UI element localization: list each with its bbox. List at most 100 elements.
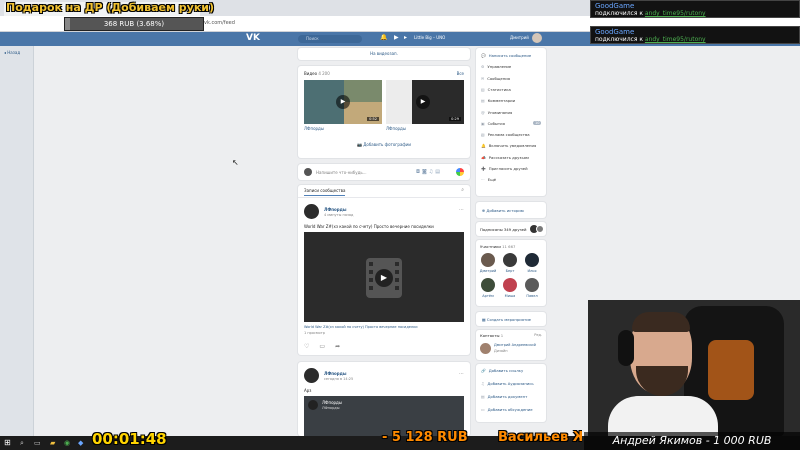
member-name[interactable]: Артём <box>478 294 498 298</box>
member-avatar[interactable] <box>525 253 539 267</box>
friend-avatar <box>536 225 544 233</box>
action-icon: ♫ <box>481 381 485 386</box>
next-track-icon[interactable]: ▸ <box>404 34 407 41</box>
menu-item-icon: ▣ <box>481 120 485 126</box>
video-caption-1[interactable]: ЛФпорды <box>304 126 324 131</box>
sidebar-menu-item[interactable]: ⚙ Управление <box>481 64 511 69</box>
search-icon[interactable]: ⌕ <box>20 439 24 448</box>
menu-item-label: Включить уведомления <box>488 143 537 149</box>
sidebar-menu-item[interactable]: ▧ Реклама сообщества <box>481 132 530 137</box>
add-photo-button[interactable]: 📷 Добавить фотографии <box>298 142 470 147</box>
video-caption-2[interactable]: ЛФпорды <box>386 126 406 131</box>
header-user-name[interactable]: Дмитрий <box>510 35 529 40</box>
add-story-card[interactable]: ⊕ Добавить историю <box>476 202 546 218</box>
events-badge: 10 <box>533 120 542 125</box>
post-author-avatar[interactable] <box>304 368 319 383</box>
post-video[interactable]: ▶ <box>304 232 464 322</box>
more-icon[interactable]: ⋯ <box>459 207 464 213</box>
back-link[interactable]: ◂ Назад <box>4 50 20 55</box>
member-avatar[interactable] <box>525 278 539 292</box>
header-avatar[interactable] <box>532 33 542 43</box>
comment-icon[interactable]: ▭ <box>319 343 335 350</box>
post-video-title[interactable]: World War Z#(хз какой по счету) Просто в… <box>304 325 464 329</box>
member-name[interactable]: Миша <box>500 294 520 298</box>
sidebar-menu-item[interactable]: ▤ Комментарии <box>481 98 515 103</box>
post-time[interactable]: сегодня в 14:25 <box>324 377 353 381</box>
create-event-label: Создать мероприятие <box>486 317 531 322</box>
vk-search-input[interactable]: Поиск <box>298 35 362 43</box>
sidebar-menu-item[interactable]: 📣 Рассказать друзьям <box>481 155 529 160</box>
like-icon[interactable]: ♡ <box>304 343 319 350</box>
play-icon[interactable]: ▶ <box>375 269 393 287</box>
video-thumb-1[interactable]: ▶ 0:52 <box>304 80 382 124</box>
contact-avatar[interactable] <box>480 343 491 354</box>
share-icon[interactable]: ➦ <box>335 343 350 350</box>
chat-channel-link[interactable]: andy_time95/rutony <box>645 10 706 17</box>
more-icon[interactable]: ⋯ <box>459 371 464 377</box>
post-composer[interactable]: Напишите что-нибудь... ◘◙♫▤ <box>298 164 470 180</box>
audio-player-track[interactable]: Little Big – UNO <box>414 35 445 40</box>
video-duration: 0:52 <box>367 117 379 121</box>
sidebar-action-item[interactable]: ♫ Добавить Аудиозапись <box>481 381 534 386</box>
post-text: Арз <box>304 388 312 393</box>
play-icon[interactable]: ▶ <box>394 34 399 41</box>
post-video-meta: 1 просмотр <box>304 331 325 335</box>
windows-start-icon[interactable]: ⊞ <box>4 438 11 447</box>
add-photo-label: Добавить фотографии <box>363 142 412 147</box>
create-event-button[interactable]: ▦ Создать мероприятие <box>482 317 531 322</box>
sidebar-menu-item[interactable]: ✉ Сообщения <box>481 76 510 81</box>
actions-block: 🔗 Добавить ссылку ♫ Добавить Аудиозапись ▤ До… <box>476 364 546 422</box>
address-url[interactable]: vk.com/feed <box>204 20 235 26</box>
sidebar-action-item[interactable]: ▤ Добавить документ <box>481 394 527 399</box>
post-actions[interactable]: ♡▭➦ <box>304 343 350 350</box>
sidebar-action-item[interactable]: 🔗 Добавить ссылку <box>481 368 523 373</box>
add-story-button[interactable]: ⊕ Добавить историю <box>482 208 524 213</box>
vk-logo[interactable]: VK <box>246 33 260 43</box>
create-event-card[interactable]: ▦ Создать мероприятие <box>476 312 546 326</box>
contact-name[interactable]: Дмитрий Андреевский <box>494 343 536 347</box>
composer-attach-icons[interactable]: ◘◙♫▤ <box>416 169 442 175</box>
sidebar-menu-item[interactable]: ➕ Пригласить друзей <box>481 166 528 171</box>
member-avatar[interactable] <box>481 278 495 292</box>
app-icon[interactable]: ◆ <box>78 439 83 447</box>
chrome-icon[interactable]: ◉ <box>64 439 70 447</box>
member-name[interactable]: Илья <box>522 269 542 273</box>
play-icon[interactable]: ▶ <box>336 95 350 109</box>
post-author-avatar[interactable] <box>304 204 319 219</box>
task-view-icon[interactable]: ▭ <box>34 439 41 447</box>
member-name[interactable]: Павел <box>522 294 542 298</box>
member-name[interactable]: Дмитрий <box>478 269 498 273</box>
composer-placeholder[interactable]: Напишите что-нибудь... <box>316 170 367 175</box>
member-avatar[interactable] <box>503 253 517 267</box>
folder-icon[interactable]: ▰ <box>50 439 55 447</box>
video-thumb-2[interactable]: ▶ 0:29 <box>386 80 464 124</box>
chat-channel-link[interactable]: andy_time95/rutony <box>645 36 706 43</box>
contacts-edit-link[interactable]: Ред. <box>534 333 542 337</box>
sidebar-menu-item[interactable]: 🔔 Включить уведомления <box>481 143 536 148</box>
play-icon[interactable]: ▶ <box>416 95 430 109</box>
sidebar-action-item[interactable]: ▭ Добавить обсуждение <box>481 407 533 412</box>
sidebar-menu-item[interactable]: ▥ Статистика <box>481 87 511 92</box>
sidebar-menu-item[interactable]: 💬 Написать сообщение <box>481 53 531 58</box>
member-name[interactable]: Берт <box>500 269 520 273</box>
sidebar-menu-item[interactable]: @ Упоминания <box>481 110 512 115</box>
menu-item-label: Статистика <box>487 86 511 92</box>
post-author[interactable]: ЛФпорды <box>324 371 347 376</box>
search-icon[interactable]: ⌕ <box>461 187 464 193</box>
chat-message-2: GoodGame подключился к andy_time95/ruton… <box>590 26 800 44</box>
post-time[interactable]: 4 минуты назад <box>324 213 353 217</box>
poster-icon[interactable] <box>456 168 464 176</box>
friends-subscribed[interactable]: Подписаны 349 друзей <box>476 222 546 236</box>
member-avatar[interactable] <box>503 278 517 292</box>
videos-all-link[interactable]: Все <box>457 71 464 76</box>
videos-block: Видео 4 200 Все ▶ 0:52 ▶ 0:29 ЛФпорды ЛФ… <box>298 66 470 158</box>
wall-tab[interactable]: Записи сообщества <box>304 188 346 196</box>
to-top-link[interactable]: На видеозап. <box>298 48 470 60</box>
bell-icon[interactable]: 🔔 <box>380 34 387 41</box>
post-author[interactable]: ЛФпорды <box>324 207 347 212</box>
sidebar-menu-item[interactable]: ⋯ Ещё <box>481 177 496 182</box>
member-avatar[interactable] <box>481 253 495 267</box>
sidebar-menu-item[interactable]: ▣ События 10 <box>481 120 542 126</box>
scroll-top-card[interactable]: На видеозап. <box>298 48 470 60</box>
members-title[interactable]: Участники 11 667 <box>480 244 515 249</box>
